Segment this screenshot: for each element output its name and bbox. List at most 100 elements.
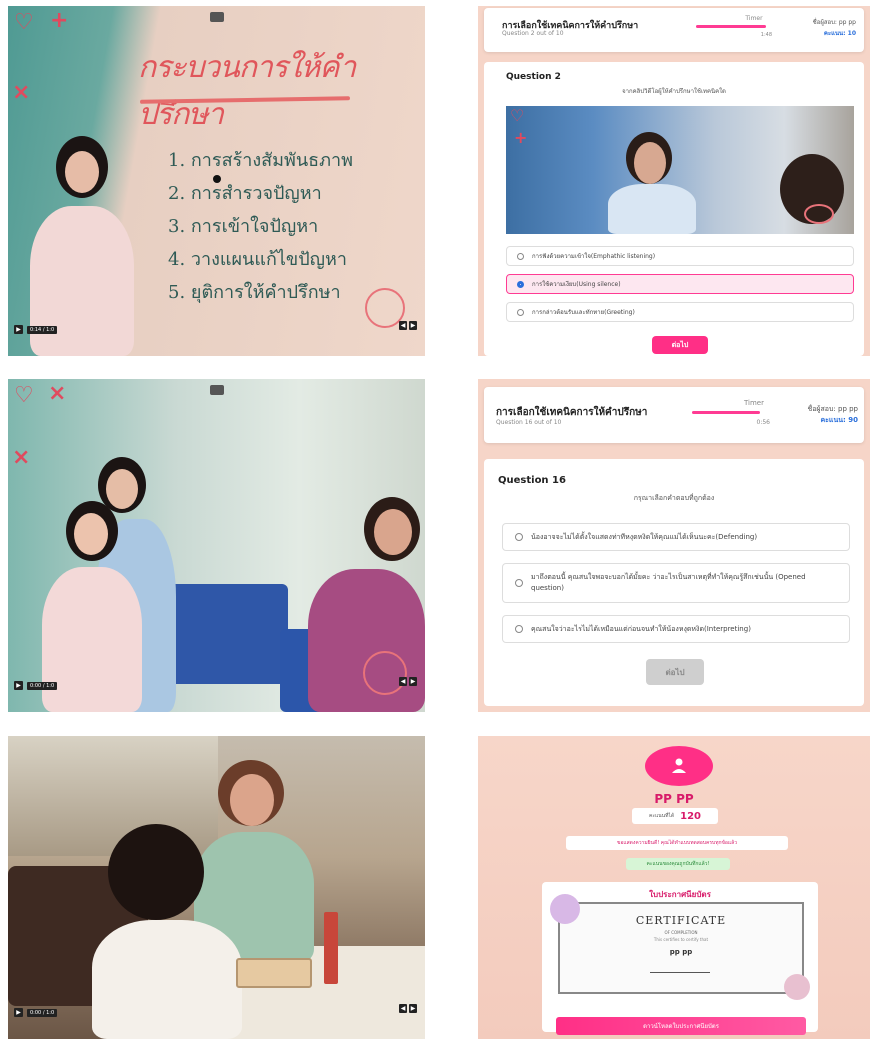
score-value: 120 [680, 810, 702, 822]
certificate-subtitle: OF COMPLETION [664, 930, 698, 935]
user-icon [672, 758, 686, 773]
heart-doodle-icon: ♡ [14, 383, 34, 408]
radio-button[interactable] [517, 280, 524, 288]
camera-icon [209, 12, 224, 22]
radio-button[interactable] [515, 625, 523, 633]
prev-icon[interactable]: ◀ [399, 1004, 407, 1013]
answer-option[interactable]: น้องอาจจะไม่ได้ตั้งใจแสดงท่าทีหงุดหงิดให… [502, 523, 850, 551]
next-icon[interactable]: ▶ [409, 1004, 417, 1013]
nurse-body [608, 184, 696, 234]
play-icon[interactable]: ▶ [14, 325, 23, 334]
question-progress: Question 2 out of 10 [502, 30, 564, 37]
step-item: 4. วางแผนแก้ไขปัญหา [168, 249, 347, 270]
step-item: 3. การเข้าใจปัญหา [168, 216, 319, 237]
answer-option-selected[interactable]: การใช้ความเงียบ(Using silence) [506, 274, 854, 294]
radio-button[interactable] [515, 579, 523, 587]
elder-face [230, 774, 274, 826]
video-nav[interactable]: ◀ ▶ [399, 677, 417, 686]
child-hair [108, 824, 204, 920]
prev-icon[interactable]: ◀ [399, 321, 407, 330]
score-display: คะแนน: 10 [823, 30, 856, 37]
certificate-heading: ใบประกาศนียบัตร [649, 890, 711, 899]
prev-icon[interactable]: ◀ [399, 677, 407, 686]
certificate-preview[interactable]: CERTIFICATE OF COMPLETION This certifies… [550, 894, 810, 1000]
video-controls[interactable]: ▶ 0:00 / 1:0 [14, 681, 58, 690]
cross-doodle-icon: × [48, 381, 67, 406]
score-box: คะแนนที่ได้ 120 [632, 808, 718, 824]
certificate-certify: This certifies to certify that [653, 937, 709, 942]
client-face [374, 509, 412, 555]
video-frame-2[interactable]: ♡ × × ▶ 0:00 / 1:0 ◀ ▶ [8, 379, 425, 712]
question-prompt: กรุณาเลือกคำตอบที่ถูกต้อง [633, 494, 715, 502]
answer-option[interactable]: การฟังด้วยความเข้าใจ(Emphathic listening… [506, 246, 854, 266]
cert-decoration [784, 974, 810, 1000]
timer-label: Timer [745, 15, 763, 22]
option-label: การกล่าวต้อนรับและทักทาย(Greeting) [532, 309, 635, 316]
nurse-face [634, 142, 666, 184]
cert-decoration [550, 894, 580, 924]
video-time: 0:00 / 1:0 [27, 1008, 58, 1017]
quiz-frame-2: การเลือกใช้เทคนิคการให้คำปรึกษา Question… [478, 379, 870, 712]
cross-doodle-icon: × [12, 80, 31, 105]
result-name: PP PP [654, 792, 694, 806]
answer-option[interactable]: คุณสนใจว่าอะไรไม่ได้เหมือนแต่ก่อนจนทำให้… [502, 615, 850, 643]
option-label: น้องอาจจะไม่ได้ตั้งใจแสดงท่าทีหงุดหงิดให… [531, 532, 758, 541]
video-controls[interactable]: ▶ 0:00 / 1:0 [14, 1008, 58, 1017]
timer-bar [696, 25, 766, 28]
timer-value: 1:48 [760, 32, 772, 38]
question-label: Question 2 [506, 72, 561, 82]
user-name: ชื่อผู้สอบ: pp pp [807, 405, 858, 413]
quiz-frame-1: การเลือกใช้เทคนิคการให้คำปรึกษา Question… [478, 6, 870, 356]
doodle-circle-icon [804, 204, 834, 224]
step-item: 1. การสร้างสัมพันธภาพ [168, 150, 353, 171]
next-icon[interactable]: ▶ [409, 321, 417, 330]
plus-doodle-icon: + [50, 8, 69, 33]
video-time: 0:00 / 1:0 [27, 681, 58, 690]
video-controls[interactable]: ▶ 0:14 / 1:0 [14, 325, 58, 334]
student-face [74, 513, 108, 555]
option-label: การฟังด้วยความเข้าใจ(Emphathic listening… [532, 253, 656, 260]
avatar [645, 746, 713, 786]
download-certificate-button[interactable]: ดาวน์โหลดใบประกาศนียบัตร [556, 1017, 806, 1035]
quiz-header: การเลือกใช้เทคนิคการให้คำปรึกษา Question… [484, 8, 864, 52]
step-item: 5. ยุติการให้คำปรึกษา [168, 282, 341, 303]
question-video-frame[interactable]: ♡ + [506, 106, 854, 234]
student-body [42, 567, 142, 712]
video-nav[interactable]: ◀ ▶ [399, 321, 417, 330]
play-icon[interactable]: ▶ [14, 1008, 23, 1017]
heart-doodle-icon: ♡ [14, 10, 34, 35]
answer-option[interactable]: การกล่าวต้อนรับและทักทาย(Greeting) [506, 302, 854, 322]
timer-bar [692, 411, 760, 414]
certificate-card: ใบประกาศนียบัตร CERTIFICATE OF COMPLETIO… [542, 882, 818, 1032]
answer-option[interactable]: มาถึงตอนนี้ คุณสนใจพอจะบอกได้มั้ยคะ ว่าอ… [502, 563, 850, 603]
video-frame-3[interactable]: ▶ 0:00 / 1:0 ◀ ▶ [8, 736, 425, 1039]
quiz-header: การเลือกใช้เทคนิคการให้คำปรึกษา Question… [484, 387, 864, 443]
question-card: Question 2 จากคลิปวิดีโอผู้ให้คำปรึกษาใช… [484, 62, 864, 356]
blue-sofa [158, 584, 288, 684]
option-label: มาถึงตอนนี้ คุณสนใจพอจะบอกได้มั้ยคะ ว่าอ… [531, 573, 806, 592]
radio-button[interactable] [517, 252, 524, 260]
score-display: คะแนน: 90 [820, 416, 858, 424]
nurse-face [106, 469, 138, 509]
steps-list: 1. การสร้างสัมพันธภาพ 2. การสำรวจปัญหา 3… [168, 144, 353, 309]
timer-label: Timer [743, 399, 764, 407]
radio-button[interactable] [515, 533, 523, 541]
video-frame-1[interactable]: ♡ + × กระบวนการให้คำปรึกษา 1. การสร้างสั… [8, 6, 425, 356]
next-icon[interactable]: ▶ [409, 677, 417, 686]
question-prompt: จากคลิปวิดีโอผู้ให้คำปรึกษาใช้เทคนิคใด [622, 88, 726, 95]
camera-icon [209, 385, 224, 395]
plus-doodle-icon: + [514, 128, 528, 147]
play-icon[interactable]: ▶ [14, 681, 23, 690]
user-name: ชื่อผู้สอบ: pp pp [812, 19, 856, 26]
cursor-icon [213, 175, 221, 183]
score-label: คะแนนที่ได้ [648, 813, 675, 819]
saved-message: คะแนนของคุณถูกบันทึกแล้ว! [626, 858, 730, 870]
next-button-disabled[interactable]: ต่อไป [646, 659, 704, 685]
next-button[interactable]: ต่อไป [652, 336, 708, 354]
radio-button[interactable] [517, 308, 524, 316]
option-label: คุณสนใจว่าอะไรไม่ได้เหมือนแต่ก่อนจนทำให้… [531, 624, 751, 633]
doodle-circle-icon [363, 651, 407, 695]
child-body [92, 920, 242, 1039]
video-nav[interactable]: ◀ ▶ [399, 1004, 417, 1013]
signature-line [650, 972, 710, 973]
